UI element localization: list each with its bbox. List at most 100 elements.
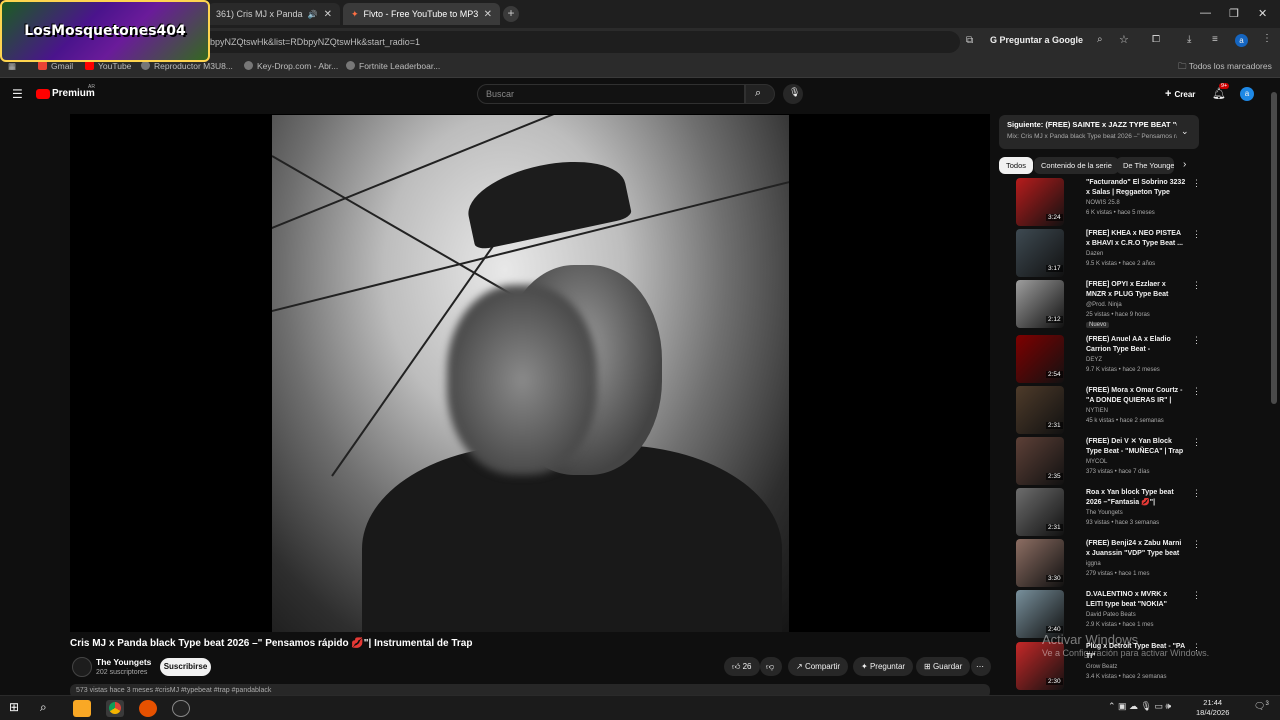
- related-video-title[interactable]: (FREE) Dei V ✕ Yan Block Type Beat - "MU…: [1086, 437, 1186, 457]
- related-video-channel[interactable]: iggna: [1086, 561, 1101, 567]
- related-video-item[interactable]: 3:17 [FREE] KHEA x NEO PISTEA x BHAVI x C…: [1016, 229, 1201, 279]
- address-bar[interactable]: bpyNZQtswHk&list=RDbpyNZQtswHk&start_rad…: [200, 31, 960, 53]
- search-icon[interactable]: ⌕: [40, 700, 58, 717]
- more-vertical-icon[interactable]: ⋮: [1192, 280, 1201, 291]
- share-button[interactable]: ↗ Compartir: [788, 657, 849, 676]
- related-video-channel[interactable]: DEYZ: [1086, 357, 1102, 363]
- chip-todos[interactable]: Todos: [999, 157, 1034, 174]
- file-explorer-icon[interactable]: [73, 700, 91, 717]
- ask-button[interactable]: ✦ Preguntar: [853, 657, 914, 676]
- related-video-title[interactable]: [FREE] KHEA x NEO PISTEA x BHAVI x C.R.O…: [1086, 229, 1186, 249]
- chip-series-content[interactable]: Contenido de la serie: [1034, 157, 1119, 174]
- mix-panel-header[interactable]: Siguiente: (FREE) SAINTE x JAZZ TYPE BEA…: [999, 115, 1199, 149]
- more-vertical-icon[interactable]: ⋮: [1192, 386, 1201, 397]
- save-button[interactable]: ⊞ Guardar: [916, 657, 971, 676]
- ask-label: Preguntar: [869, 662, 906, 671]
- related-video-channel[interactable]: David Pateo Beats: [1086, 612, 1136, 618]
- ask-google-button[interactable]: G Preguntar a Google: [990, 35, 1083, 45]
- thumbs-down-icon: 👎︎: [766, 662, 775, 671]
- globe-icon: [141, 61, 150, 70]
- apps-icon[interactable]: ▦: [8, 61, 16, 72]
- chip-from-channel[interactable]: De The Youngets: [1116, 157, 1174, 174]
- related-video-item[interactable]: 3:24 "Facturando" El Sobrino 3232 x Salas…: [1016, 178, 1201, 228]
- bookmark-gmail[interactable]: Gmail: [38, 61, 73, 71]
- channel-name[interactable]: The Youngets: [96, 657, 151, 667]
- system-tray-icons[interactable]: ⌃ ▣ ☁ 🎙 ▭ 🕪: [1108, 701, 1171, 712]
- page-scrollbar[interactable]: [1271, 92, 1277, 404]
- windows-start-icon[interactable]: ⊞: [9, 700, 27, 717]
- more-vertical-icon[interactable]: ⋮: [1192, 178, 1201, 189]
- related-video-meta: 25 vistas • hace 9 horas: [1086, 312, 1150, 318]
- window-close-button[interactable]: ✕: [1258, 7, 1267, 20]
- obs-icon[interactable]: [172, 700, 190, 717]
- related-video-title[interactable]: "Facturando" El Sobrino 3232 x Salas | R…: [1086, 178, 1186, 198]
- chevron-right-icon[interactable]: ›: [1183, 159, 1186, 170]
- related-video-title[interactable]: (FREE) Mora x Omar Courtz - "A DONDE QUI…: [1086, 386, 1186, 406]
- more-vertical-icon[interactable]: ⋮: [1192, 335, 1201, 346]
- star-icon[interactable]: ☆: [1119, 33, 1129, 46]
- speaker-icon[interactable]: 🔊: [308, 10, 318, 19]
- close-icon[interactable]: ✕: [324, 9, 332, 20]
- channel-avatar[interactable]: [72, 657, 92, 677]
- more-actions-button[interactable]: ⋯: [971, 657, 991, 676]
- menu-icon[interactable]: ⋮: [1262, 33, 1272, 44]
- related-video-title[interactable]: D.VALENTINO x MVRK x LEITI type beat "NO…: [1086, 590, 1186, 610]
- avatar[interactable]: a: [1240, 87, 1254, 101]
- more-vertical-icon[interactable]: ⋮: [1192, 590, 1201, 601]
- tab-flvto[interactable]: ✦ Flvto - Free YouTube to MP3 C ✕: [343, 3, 500, 25]
- extensions-icon[interactable]: ⧠: [1152, 34, 1160, 45]
- taskbar-clock[interactable]: 21:44 18/4/2026: [1196, 698, 1229, 718]
- chrome-icon[interactable]: [106, 700, 124, 717]
- related-video-channel[interactable]: NOWIS 25.8: [1086, 200, 1120, 206]
- related-video-channel[interactable]: NYTIEN: [1086, 408, 1108, 414]
- more-vertical-icon[interactable]: ⋮: [1192, 437, 1201, 448]
- bookmark-youtube[interactable]: YouTube: [85, 61, 131, 71]
- related-video-channel[interactable]: Dazen: [1086, 251, 1103, 257]
- related-video-title[interactable]: [FREE] OPYI x Ezzlaer x MNZR x PLUG Type…: [1086, 280, 1186, 300]
- chevron-down-icon[interactable]: ⌄: [1181, 126, 1189, 137]
- fl-studio-icon[interactable]: [139, 700, 157, 717]
- bookmark-fortnite[interactable]: Fortnite Leaderboar...: [346, 61, 440, 71]
- related-video-item[interactable]: 2:54 (FREE) Anuel AA x Eladio Carrion Typ…: [1016, 335, 1201, 385]
- download-icon[interactable]: ⤓: [1187, 34, 1191, 45]
- more-vertical-icon[interactable]: ⋮: [1192, 539, 1201, 550]
- video-duration: 3:24: [1046, 214, 1063, 221]
- restore-button[interactable]: ❐: [1229, 7, 1239, 20]
- related-video-item[interactable]: 2:12 [FREE] OPYI x Ezzlaer x MNZR x PLUG …: [1016, 280, 1201, 330]
- tab-youtube[interactable]: 361) Cris MJ x Panda black 🔊 ✕: [208, 3, 340, 25]
- like-button[interactable]: 👍︎ 26: [724, 657, 760, 676]
- bookmark-m3u8[interactable]: Reproductor M3U8...: [141, 61, 233, 71]
- related-video-channel[interactable]: MYCOL: [1086, 459, 1107, 465]
- voice-search-button[interactable]: 🎙: [783, 84, 803, 104]
- related-video-item[interactable]: 2:35 (FREE) Dei V ✕ Yan Block Type Beat -…: [1016, 437, 1201, 487]
- more-vertical-icon[interactable]: ⋮: [1192, 488, 1201, 499]
- bookmark-keydrop[interactable]: Key-Drop.com - Abr...: [244, 61, 338, 71]
- minimize-button[interactable]: —: [1200, 7, 1211, 19]
- hamburger-menu-icon[interactable]: ☰: [12, 87, 23, 101]
- related-video-title[interactable]: (FREE) Anuel AA x Eladio Carrion Type Be…: [1086, 335, 1186, 355]
- new-tab-button[interactable]: +: [503, 6, 519, 22]
- create-button[interactable]: + Crear: [1165, 88, 1195, 100]
- subscribe-button[interactable]: Suscribirse: [160, 658, 211, 676]
- close-icon[interactable]: ✕: [484, 9, 492, 20]
- notification-icon[interactable]: 🗨3: [1254, 701, 1269, 712]
- all-bookmarks[interactable]: 🗀 Todos los marcadores: [1178, 61, 1272, 75]
- search-input[interactable]: Buscar: [477, 84, 745, 104]
- related-video-channel[interactable]: Grow Beatz: [1086, 664, 1117, 670]
- youtube-logo-icon[interactable]: [36, 89, 50, 99]
- related-video-title[interactable]: Roa x Yan block Type beat 2026 –"Fantasi…: [1086, 488, 1186, 508]
- cast-icon[interactable]: ⧉: [966, 35, 973, 46]
- dislike-button[interactable]: 👎︎: [760, 657, 782, 676]
- related-video-channel[interactable]: @Prod. Ninja: [1086, 302, 1122, 308]
- related-video-item[interactable]: 3:30 (FREE) Benji24 x Zabu Marni x Juanss…: [1016, 539, 1201, 589]
- related-video-item[interactable]: 2:31 (FREE) Mora x Omar Courtz - "A DONDE…: [1016, 386, 1201, 436]
- search-button[interactable]: ⌕: [745, 84, 775, 104]
- video-frame[interactable]: [272, 115, 789, 632]
- related-video-item[interactable]: 2:31 Roa x Yan block Type beat 2026 –"Fan…: [1016, 488, 1201, 538]
- zoom-icon[interactable]: ⌕: [1097, 34, 1103, 45]
- related-video-channel[interactable]: The Youngets: [1086, 510, 1123, 516]
- media-icon[interactable]: ≡: [1212, 34, 1218, 45]
- more-vertical-icon[interactable]: ⋮: [1192, 229, 1201, 240]
- profile-avatar[interactable]: a: [1235, 34, 1248, 47]
- related-video-title[interactable]: (FREE) Benji24 x Zabu Marni x Juanssin "…: [1086, 539, 1186, 559]
